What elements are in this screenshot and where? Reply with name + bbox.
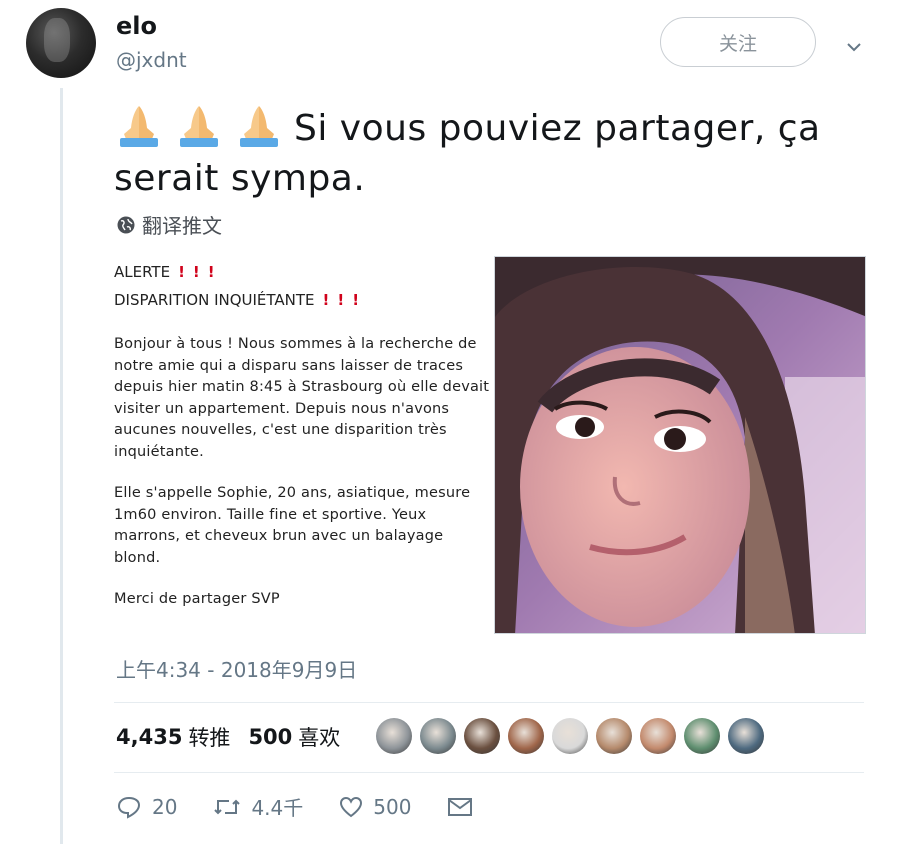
notice-paragraph-2: Elle s'appelle Sophie, 20 ans, asiatique… (114, 485, 471, 566)
tweet-actions: 20 4.4千 500 (116, 792, 519, 821)
likes-label[interactable]: 喜欢 (298, 722, 340, 752)
exclamation-icons: !!! (322, 291, 368, 309)
liker-avatar[interactable] (508, 718, 544, 754)
exclamation-icons: !!! (178, 263, 223, 281)
liker-avatar[interactable] (596, 718, 632, 754)
folded-hands-icon (240, 106, 278, 147)
user-handle[interactable]: @jxdnt (116, 48, 187, 72)
translate-label: 翻译推文 (142, 214, 222, 238)
retweet-count: 4.4千 (251, 796, 304, 820)
folded-hands-icon (180, 106, 218, 147)
tweet-timestamp[interactable]: 上午4:34 - 2018年9月9日 (116, 654, 357, 683)
direct-message-button[interactable] (447, 797, 483, 817)
chevron-down-icon[interactable] (845, 38, 863, 56)
tweet-photo[interactable] (494, 256, 866, 634)
thread-line (60, 88, 63, 844)
notice-paragraph-3: Merci de partager SVP (114, 591, 280, 607)
liker-avatar[interactable] (552, 718, 588, 754)
retweets-label[interactable]: 转推 (188, 722, 230, 752)
portrait-image (495, 257, 865, 633)
notice-disappearance-line: DISPARITION INQUIÉTANTE!!! (114, 291, 368, 309)
retweet-icon (214, 799, 241, 814)
liker-avatar[interactable] (464, 718, 500, 754)
divider (114, 772, 864, 773)
like-count: 500 (373, 794, 412, 819)
reply-count: 20 (152, 794, 178, 819)
folded-hands-icon (120, 106, 158, 147)
follow-button[interactable]: 关注 (660, 17, 816, 67)
missing-person-notice[interactable]: ALERTE!!! DISPARITION INQUIÉTANTE!!! Bon… (114, 258, 494, 634)
like-button[interactable]: 500 (339, 795, 411, 819)
liker-avatar[interactable] (376, 718, 412, 754)
divider (114, 702, 864, 703)
envelope-icon (448, 797, 473, 816)
tweet-stats: 4,435 转推 500 喜欢 (116, 722, 358, 752)
user-avatar[interactable] (26, 8, 96, 78)
reply-icon (117, 796, 141, 819)
tweet-text: Si vous pouviez partager, ça serait symp… (114, 104, 874, 204)
notice-paragraph-1: Bonjour à tous ! Nous sommes à la recher… (114, 336, 490, 460)
globe-icon (117, 216, 135, 233)
reply-button[interactable]: 20 (116, 795, 177, 819)
liker-avatar[interactable] (640, 718, 676, 754)
retweets-count[interactable]: 4,435 (116, 725, 182, 749)
heart-icon (340, 796, 363, 817)
liker-avatar[interactable] (684, 718, 720, 754)
retweet-button[interactable]: 4.4千 (213, 792, 303, 821)
notice-alert-line: ALERTE!!! (114, 263, 223, 281)
liker-avatar[interactable] (728, 718, 764, 754)
user-name[interactable]: elo (116, 12, 157, 40)
liker-avatar[interactable] (420, 718, 456, 754)
liker-avatars (376, 718, 772, 754)
likes-count[interactable]: 500 (248, 725, 292, 749)
translate-tweet-link[interactable]: 翻译推文 (116, 210, 222, 239)
